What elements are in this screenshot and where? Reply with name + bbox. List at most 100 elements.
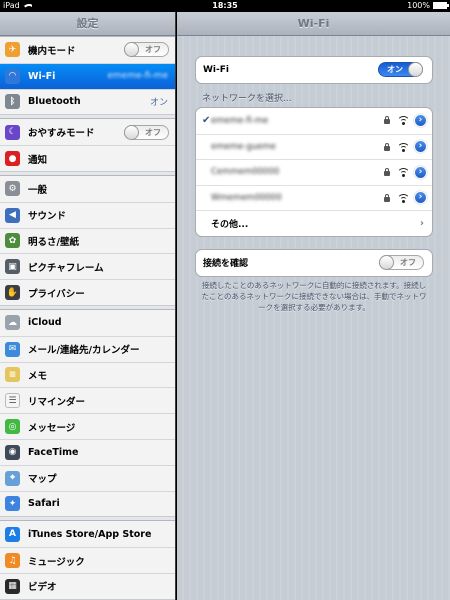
sidebar-item-picture-frame[interactable]: ▣ ピクチャフレーム [0,253,175,279]
message-icon: ◎ [5,419,20,435]
wifi-icon: ◠ [5,68,20,84]
do-not-disturb-switch[interactable]: オフ [124,124,169,140]
battery-percent: 100% [407,1,430,10]
wifi-switch-label: オン [387,65,403,75]
ask-to-join-row: 接続を確認 オフ [196,250,432,276]
notes-icon: ≡ [5,367,20,383]
picture-frame-icon: ▣ [5,259,20,275]
chevron-right-icon: › [419,217,424,229]
sidebar-item-maps[interactable]: ⌖ マップ [0,464,175,491]
sidebar-group: ✈ 機内モード オフ ◠ Wi-Fi ememe-fi-me ᛒ Bluetooth オン [0,36,175,116]
wifi-toggle-row: Wi-Fi オン [196,57,432,83]
sidebar-item-label: 一般 [28,184,48,196]
sidebar-item-bluetooth[interactable]: ᛒ Bluetooth オン [0,88,175,115]
sidebar-item-label: Safari [28,498,60,510]
sidebar-item-facetime[interactable]: ◉ FaceTime [0,438,175,465]
sidebar-item-label: リマインダー [28,396,86,408]
ask-to-join-switch[interactable]: オフ [379,255,424,271]
sidebar-item-safari[interactable]: ✦ Safari [0,490,175,517]
battery-icon [433,2,449,9]
page-title: Wi-Fi [177,12,450,36]
wifi-signal-icon [397,142,410,152]
music-icon: ♫ [5,553,20,569]
app-store-icon: A [5,526,20,542]
sidebar-item-label: メモ [28,370,48,382]
airplane-switch[interactable]: オフ [124,42,169,58]
switch-label: オフ [145,127,161,137]
mail-icon: ✉ [5,341,20,357]
sidebar-item-label: メッセージ [28,422,76,434]
sidebar-item-privacy[interactable]: ✋ プライバシー [0,279,175,305]
network-row[interactable]: ✔ ememe-fi-me › [196,108,432,134]
sidebar-item-label: Wi-Fi [28,70,56,82]
ask-to-join-label: 接続を確認 [203,259,249,270]
notifications-icon: ● [5,151,20,167]
other-network-label: その他... [211,219,249,230]
sidebar-item-sounds[interactable]: ◀ サウンド [0,201,175,228]
sidebar-item-label: ピクチャフレーム [28,262,104,274]
sidebar-group: ☾ おやすみモード オフ ● 通知 [0,118,175,172]
airplane-icon: ✈ [5,42,20,58]
film-icon: ▦ [5,578,20,594]
switch-label: オフ [400,258,416,268]
network-name: ememe-gueme [211,141,276,152]
status-bar: iPad 18:35 100% [0,0,450,12]
wifi-signal-icon [397,115,410,125]
sidebar-item-reminders[interactable]: ☰ リマインダー [0,387,175,413]
sidebar-item-brightness[interactable]: ✿ 明るさ/壁紙 [0,227,175,254]
sidebar-item-airplane[interactable]: ✈ 機内モード オフ [0,37,175,63]
sidebar-item-videos[interactable]: ▦ ビデオ [0,572,175,599]
camera-icon: ◉ [5,444,20,460]
sidebar-item-icloud[interactable]: ☁ iCloud [0,310,175,336]
sidebar-item-notifications[interactable]: ● 通知 [0,145,175,171]
lock-icon [384,168,390,178]
sidebar-item-general[interactable]: ⚙ 一般 [0,176,175,202]
network-section-header: ネットワークを選択... [202,94,292,104]
wifi-switch[interactable]: オン [378,62,423,78]
map-icon: ⌖ [5,470,20,486]
detail-disclosure-icon[interactable]: › [414,114,427,128]
switch-knob [379,255,394,271]
network-row[interactable]: Cemmem00000 › [196,159,432,185]
sidebar-item-label: プライバシー [28,288,85,300]
sidebar-item-label: iCloud [28,317,62,329]
lock-icon [384,142,390,153]
sidebar-item-value: オン [149,98,168,109]
detail-disclosure-icon[interactable]: › [414,140,427,154]
speaker-icon: ◀ [5,207,20,223]
sidebar-item-label: Bluetooth [28,96,81,108]
sidebar-item-mail[interactable]: ✉ メール/連絡先/カレンダー [0,335,175,362]
sidebar-item-label: おやすみモード [28,128,95,140]
switch-knob [124,124,139,140]
sidebar-item-label: iTunes Store/App Store [28,528,152,540]
network-name: Cemmem00000 [211,167,280,178]
sidebar-group: ☁ iCloud ✉ メール/連絡先/カレンダー ≡ メモ ☰ リマインダー ◎ メッセージ ◉ Fa… [0,308,175,518]
compass-icon: ✦ [5,496,20,512]
network-row[interactable]: Wmemem00000 › [196,184,432,211]
other-network-row[interactable]: その他... › [196,210,432,236]
detail-disclosure-icon[interactable]: › [414,165,427,179]
checkmark-icon: ✔ [202,115,211,127]
network-name: ememe-fi-me [211,115,269,126]
sidebar-group: AiTunes Store/App Store ♫ ミュージック ▦ ビデオ [0,520,175,600]
network-row[interactable]: ememe-gueme › [196,133,432,160]
ask-to-join-card: 接続を確認 オフ [195,249,433,277]
sidebar-item-itunes[interactable]: AiTunes Store/App Store [0,521,175,547]
list-icon: ☰ [5,393,20,409]
flower-icon: ✿ [5,233,20,249]
wifi-detail-pane: Wi-Fi Wi-Fi オン ネットワークを選択... ✔ ememe-fi-me… [177,12,450,600]
sidebar-item-do-not-disturb[interactable]: ☾ おやすみモード オフ [0,119,175,145]
sidebar-item-notes[interactable]: ≡ メモ [0,361,175,388]
sidebar-item-music[interactable]: ♫ ミュージック [0,547,175,573]
clock: 18:35 [212,1,238,10]
wifi-row-label: Wi-Fi [203,64,229,75]
sidebar-item-wifi[interactable]: ◠ Wi-Fi ememe-fi-me [0,62,175,89]
detail-disclosure-icon[interactable]: › [414,191,427,205]
sidebar-item-value: ememe-fi-me [107,71,168,82]
hand-icon: ✋ [5,285,20,301]
gear-icon: ⚙ [5,181,20,197]
sidebar-item-messages[interactable]: ◎ メッセージ [0,413,175,439]
lock-icon [384,116,390,126]
sidebar-item-label: ミュージック [28,556,85,568]
sidebar-item-label: 機内モード [28,45,76,57]
